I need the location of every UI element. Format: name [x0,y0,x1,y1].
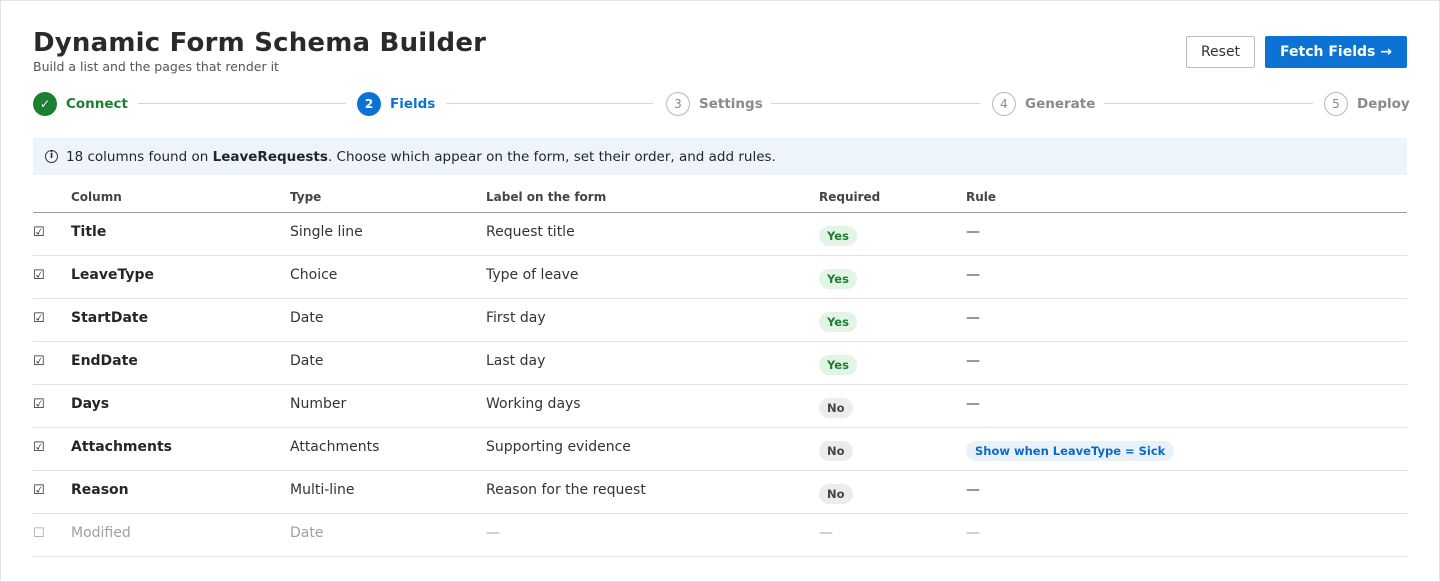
required-badge[interactable]: No [819,398,853,418]
step-label: Deploy [1357,95,1410,112]
step-connector [1104,103,1313,104]
form-label[interactable]: Supporting evidence [486,439,631,455]
column-type: Number [290,396,347,412]
table-row[interactable]: ☑ Days Number Working days No — [33,385,1407,428]
step-connector [138,103,346,104]
page-title: Dynamic Form Schema Builder [33,28,487,58]
form-label[interactable]: Request title [486,224,575,240]
row-checkbox[interactable]: ☑ [33,268,45,283]
form-label: — [486,525,500,541]
step-settings[interactable]: 3 Settings [666,91,763,116]
step-label: Generate [1025,95,1096,112]
row-checkbox[interactable]: ☑ [33,311,45,326]
step-deploy[interactable]: 5 Deploy [1324,91,1410,116]
header-required: Required [819,190,881,204]
column-type: Date [290,353,324,369]
table-row[interactable]: ☑ Reason Multi-line Reason for the reque… [33,471,1407,514]
step-connect[interactable]: ✓ Connect [33,91,128,116]
rule-value[interactable]: — [966,267,980,283]
header-label: Label on the form [486,190,607,204]
step-label: Fields [390,95,436,112]
info-suffix: . Choose which appear on the form, set t… [327,148,776,165]
column-name: Modified [71,525,131,541]
step-number: 3 [666,91,690,116]
column-name: StartDate [71,310,149,326]
rule-value[interactable]: — [966,482,980,498]
column-type: Attachments [290,439,380,455]
table-row[interactable]: ☐ Modified Date — — — [33,514,1407,557]
form-label[interactable]: Reason for the request [486,482,646,498]
required-badge[interactable]: Yes [819,269,857,289]
column-type: Date [290,310,324,326]
row-checkbox[interactable]: ☑ [33,225,45,240]
step-number: 4 [992,91,1016,116]
rule-value[interactable]: — [966,353,980,369]
fetch-fields-button[interactable]: Fetch Fields → [1265,36,1407,68]
column-name: Attachments [71,439,173,455]
table-row[interactable]: ☑ LeaveType Choice Type of leave Yes — [33,256,1407,299]
column-type: Multi-line [290,482,355,498]
header-rule: Rule [966,190,997,204]
step-label: Connect [66,95,129,112]
form-label[interactable]: Last day [486,353,545,369]
row-checkbox[interactable]: ☐ [33,526,45,541]
table-row[interactable]: ☑ Attachments Attachments Supporting evi… [33,428,1407,471]
form-label[interactable]: Type of leave [486,267,579,283]
column-name: LeaveType [71,267,155,283]
step-connector [771,103,980,104]
info-banner: i 18 columns found on LeaveRequests. Cho… [33,138,1407,175]
rule-value[interactable]: — [966,224,980,240]
column-name: Reason [71,482,129,498]
required-value: — [819,525,833,541]
column-name: Title [71,224,107,240]
step-connector [446,103,653,104]
step-number: 2 [357,91,381,116]
required-badge[interactable]: Yes [819,355,857,375]
wizard-stepper: ✓ Connect 2 Fields 3 Settings 4 Generate… [33,91,1410,116]
check-icon: ✓ [33,91,57,116]
fields-table: Column Type Label on the form Required R… [33,183,1407,557]
step-generate[interactable]: 4 Generate [992,91,1095,116]
table-row[interactable]: ☑ Title Single line Request title Yes — [33,213,1407,256]
step-label: Settings [699,95,763,112]
info-icon: i [45,150,58,163]
row-checkbox[interactable]: ☑ [33,440,45,455]
column-name: EndDate [71,353,138,369]
column-type: Single line [290,224,363,240]
page-subtitle: Build a list and the pages that render i… [33,59,279,74]
header-type: Type [290,190,322,204]
table-row[interactable]: ☑ StartDate Date First day Yes — [33,299,1407,342]
column-type: Choice [290,267,338,283]
reset-button[interactable]: Reset [1186,36,1255,68]
form-label[interactable]: Working days [486,396,581,412]
row-checkbox[interactable]: ☑ [33,483,45,498]
required-badge[interactable]: No [819,441,853,461]
row-checkbox[interactable]: ☑ [33,397,45,412]
step-fields[interactable]: 2 Fields [357,91,435,116]
rule-badge[interactable]: Show when LeaveType = Sick [966,441,1175,461]
table-header: Column Type Label on the form Required R… [33,183,1407,213]
rule-value: — [966,525,980,541]
table-row[interactable]: ☑ EndDate Date Last day Yes — [33,342,1407,385]
column-type: Date [290,525,324,541]
rule-value[interactable]: — [966,310,980,326]
required-badge[interactable]: No [819,484,853,504]
form-label[interactable]: First day [486,310,546,326]
info-prefix: 18 columns found on [66,148,213,165]
column-name: Days [71,396,110,412]
rule-value[interactable]: — [966,396,980,412]
header-column: Column [71,190,122,204]
required-badge[interactable]: Yes [819,226,857,246]
info-list-name: LeaveRequests [212,148,328,165]
step-number: 5 [1324,91,1348,116]
required-badge[interactable]: Yes [819,312,857,332]
row-checkbox[interactable]: ☑ [33,354,45,369]
info-text: 18 columns found on LeaveRequests. Choos… [66,149,776,165]
